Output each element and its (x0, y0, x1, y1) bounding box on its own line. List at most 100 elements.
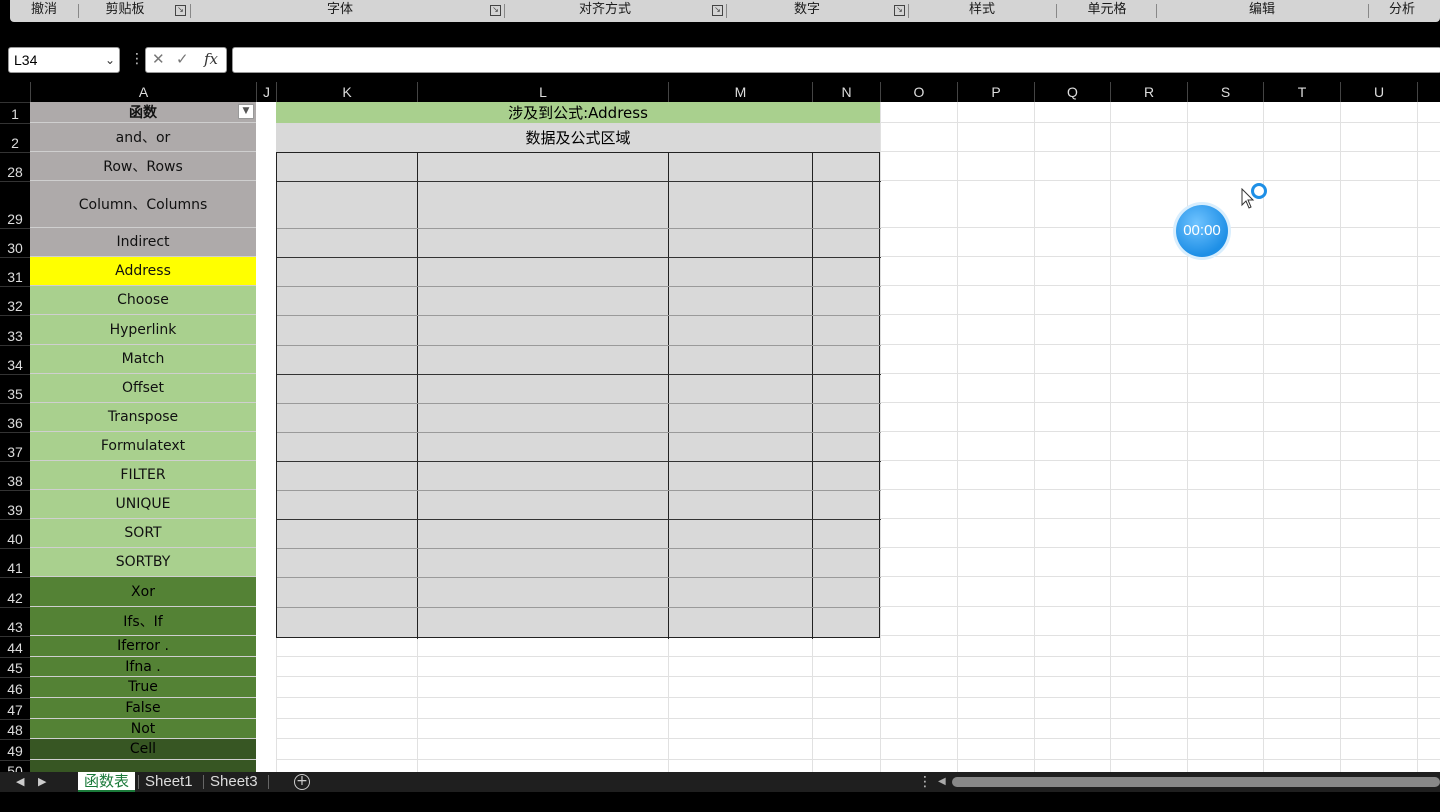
function-cell-46[interactable]: True (30, 677, 256, 698)
function-cell-50[interactable] (30, 760, 256, 772)
function-cell-48[interactable]: Not (30, 719, 256, 739)
row-header-36[interactable]: 36 (0, 403, 30, 432)
row-header-40[interactable]: 40 (0, 519, 30, 548)
scroll-left-icon[interactable]: ◀ (938, 772, 946, 792)
row-header-38[interactable]: 38 (0, 461, 30, 490)
ribbon-group-clipboard[interactable]: 剪贴板 (85, 0, 165, 22)
function-cell-31[interactable]: Address (30, 257, 256, 286)
function-cell-38[interactable]: FILTER (30, 461, 256, 490)
data-formula-area[interactable] (276, 152, 881, 639)
ribbon-group-undo[interactable]: 撤消 (10, 0, 78, 22)
row-header-49[interactable]: 49 (0, 739, 30, 760)
insert-function-icon[interactable]: fx (204, 50, 218, 68)
function-cell-2[interactable]: and、or (30, 123, 256, 152)
formula-title-cell[interactable]: 涉及到公式:Address (276, 102, 880, 123)
column-header-p[interactable]: P (957, 82, 1034, 102)
row-header-34[interactable]: 34 (0, 345, 30, 374)
column-header-r[interactable]: R (1110, 82, 1187, 102)
row-header-43[interactable]: 43 (0, 607, 30, 636)
ribbon-group-editing[interactable]: 编辑 (1162, 0, 1362, 22)
ribbon-group-cells[interactable]: 单元格 (1062, 0, 1152, 22)
function-cell-32[interactable]: Choose (30, 286, 256, 315)
function-cell-42[interactable]: Xor (30, 577, 256, 607)
function-cell-33[interactable]: Hyperlink (30, 315, 256, 345)
function-cell-47[interactable]: False (30, 698, 256, 719)
ribbon-group-alignment[interactable]: 对齐方式 (510, 0, 700, 22)
previous-sheet-icon[interactable]: ◀ (16, 772, 24, 792)
function-cell-36[interactable]: Transpose (30, 403, 256, 432)
row-header-39[interactable]: 39 (0, 490, 30, 519)
column-header-u[interactable]: U (1340, 82, 1417, 102)
column-header-j[interactable]: J (256, 82, 276, 102)
name-box[interactable]: L34 ⌄ (8, 47, 120, 73)
row-header-1[interactable]: 1 (0, 102, 30, 123)
more-tabs-icon[interactable]: ⋮ (918, 772, 932, 792)
function-cell-39[interactable]: UNIQUE (30, 490, 256, 519)
chevron-down-icon[interactable]: ⌄ (105, 48, 115, 72)
confirm-icon[interactable]: ✓ (176, 50, 189, 68)
ribbon-group-font[interactable]: 字体 (195, 0, 485, 22)
function-cell-49[interactable]: Cell (30, 739, 256, 760)
column-header-k[interactable]: K (276, 82, 417, 102)
function-cell-37[interactable]: Formulatext (30, 432, 256, 461)
function-cell-45[interactable]: Ifna . (30, 657, 256, 677)
function-cell-41[interactable]: SORTBY (30, 548, 256, 577)
gridline-vertical (1187, 102, 1188, 772)
function-cell-43[interactable]: Ifs、If (30, 607, 256, 636)
horizontal-scrollbar[interactable] (952, 777, 1440, 787)
row-header-37[interactable]: 37 (0, 432, 30, 461)
row-header-46[interactable]: 46 (0, 677, 30, 698)
formula-input[interactable] (232, 47, 1440, 73)
ribbon-group-analysis[interactable]: 分析 (1374, 0, 1430, 22)
row-header-35[interactable]: 35 (0, 374, 30, 403)
row-header-41[interactable]: 41 (0, 548, 30, 577)
function-cell-1[interactable]: 函数 ▼ (30, 102, 256, 123)
gridline-vertical (880, 102, 881, 772)
row-header-30[interactable]: 30 (0, 228, 30, 257)
row-header-28[interactable]: 28 (0, 152, 30, 181)
row-header-2[interactable]: 2 (0, 123, 30, 152)
sheet-tab-functions[interactable]: 函数表 (78, 772, 136, 792)
row-header-29[interactable]: 29 (0, 181, 30, 228)
sheet-tab-sheet1[interactable]: Sheet1 (139, 772, 199, 792)
data-area-subtitle-cell[interactable]: 数据及公式区域 (276, 123, 880, 152)
sheet-tab-sheet3[interactable]: Sheet3 (204, 772, 264, 792)
row-header-31[interactable]: 31 (0, 257, 30, 286)
row-header-32[interactable]: 32 (0, 286, 30, 315)
row-header-42[interactable]: 42 (0, 577, 30, 607)
add-sheet-icon[interactable]: + (294, 774, 310, 790)
column-header-o[interactable]: O (880, 82, 957, 102)
column-header-m[interactable]: M (668, 82, 812, 102)
next-sheet-icon[interactable]: ▶ (38, 772, 46, 792)
row-header-47[interactable]: 47 (0, 698, 30, 719)
row-header-33[interactable]: 33 (0, 315, 30, 345)
row-header-48[interactable]: 48 (0, 719, 30, 739)
ribbon-group-number[interactable]: 数字 (732, 0, 882, 22)
function-cell-40[interactable]: SORT (30, 519, 256, 548)
filter-dropdown-icon[interactable]: ▼ (238, 104, 254, 119)
function-cell-44[interactable]: Iferror . (30, 636, 256, 657)
alignment-launcher-icon[interactable]: ↘ (712, 5, 723, 16)
column-header-l[interactable]: L (417, 82, 668, 102)
column-header-t[interactable]: T (1263, 82, 1340, 102)
column-header-q[interactable]: Q (1034, 82, 1110, 102)
function-cell-30[interactable]: Indirect (30, 228, 256, 257)
function-cell-28[interactable]: Row、Rows (30, 152, 256, 181)
column-header-n[interactable]: N (812, 82, 880, 102)
row-header-44[interactable]: 44 (0, 636, 30, 657)
column-header-a[interactable]: A (30, 82, 256, 102)
worksheet-grid[interactable]: 函数 ▼ and、or Row、Rows Column、Columns Indirect A… (30, 102, 1440, 772)
column-header-s[interactable]: S (1187, 82, 1263, 102)
row-header-45[interactable]: 45 (0, 657, 30, 677)
function-cell-35[interactable]: Offset (30, 374, 256, 403)
clipboard-launcher-icon[interactable]: ↘ (175, 5, 186, 16)
ribbon-group-styles[interactable]: 样式 (914, 0, 1050, 22)
function-cell-29[interactable]: Column、Columns (30, 181, 256, 228)
font-launcher-icon[interactable]: ↘ (490, 5, 501, 16)
more-options-icon[interactable]: ⋮ (130, 49, 144, 69)
function-cell-34[interactable]: Match (30, 345, 256, 374)
cancel-icon[interactable]: ✕ (152, 50, 165, 68)
recording-timer[interactable]: 00:00 (1176, 205, 1228, 257)
column-header-partial[interactable] (1417, 82, 1440, 102)
number-launcher-icon[interactable]: ↘ (894, 5, 905, 16)
